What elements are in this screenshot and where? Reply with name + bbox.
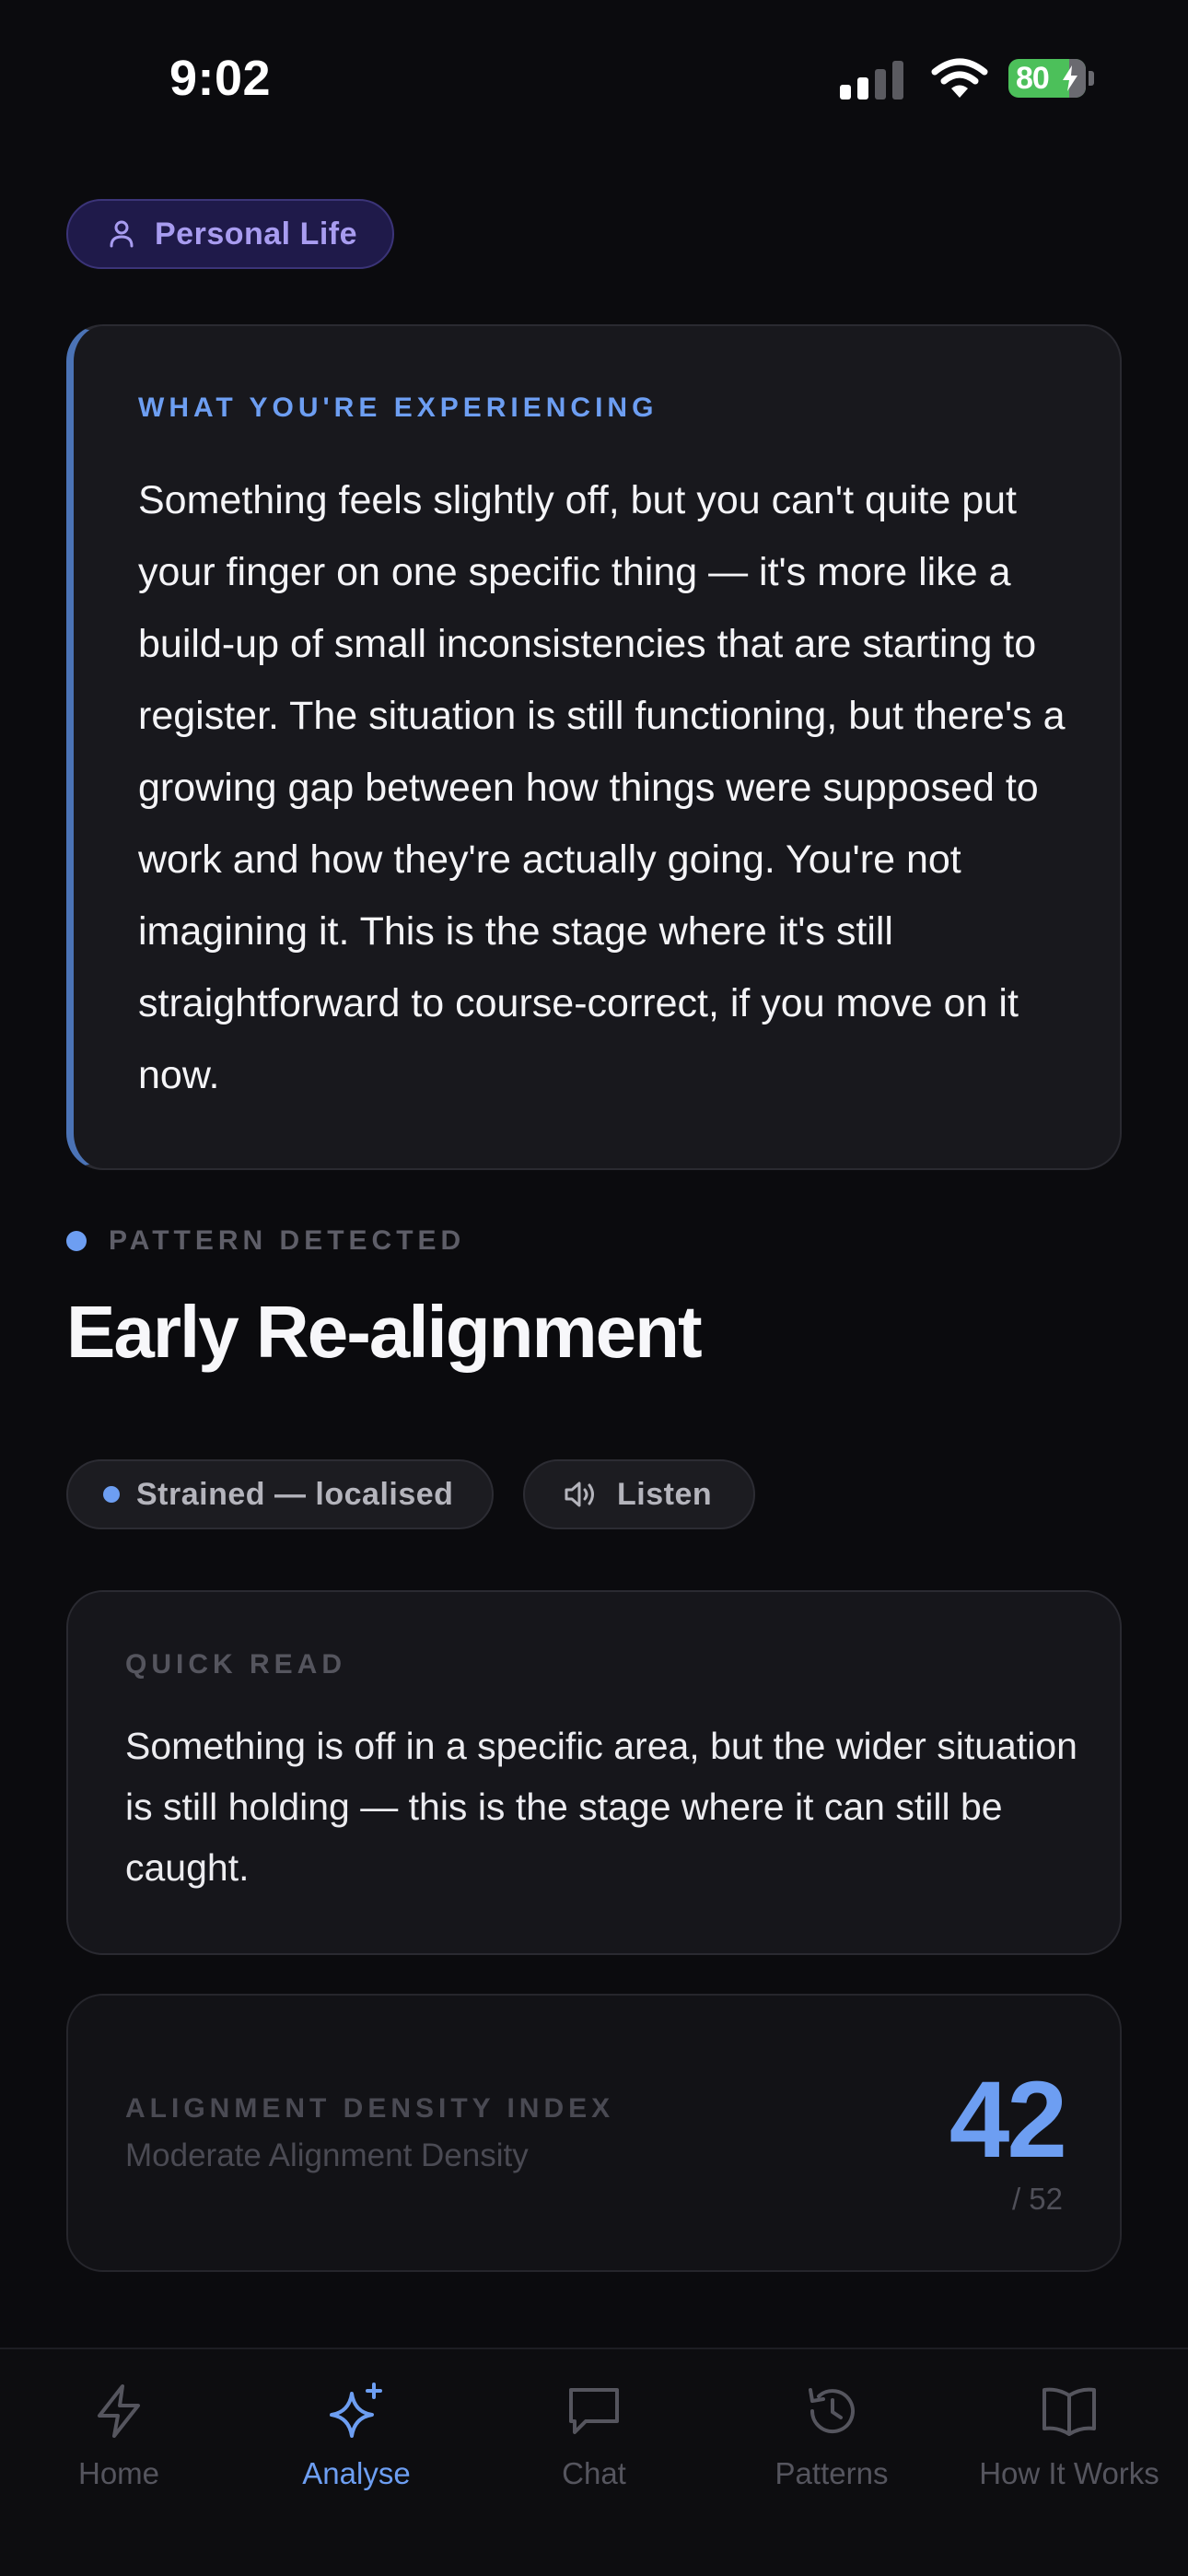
status-dot-icon bbox=[103, 1486, 120, 1503]
person-icon bbox=[110, 220, 134, 248]
tab-how-it-works[interactable]: How It Works bbox=[950, 2381, 1188, 2491]
quick-read-card: QUICK READ Something is off in a specifi… bbox=[66, 1590, 1122, 1955]
sparkle-icon bbox=[330, 2383, 382, 2438]
density-max: / 52 bbox=[1011, 2182, 1063, 2216]
pattern-label-row: PATTERN DETECTED bbox=[66, 1225, 465, 1257]
listen-button[interactable]: Listen bbox=[523, 1459, 755, 1529]
tab-how-it-works-label: How It Works bbox=[979, 2456, 1159, 2490]
pattern-label: PATTERN DETECTED bbox=[109, 1225, 466, 1256]
tab-bar: Home Analyse Chat Patterns How It Works bbox=[0, 2348, 1188, 2576]
tab-patterns-label: Patterns bbox=[775, 2456, 889, 2490]
status-chip-label: Strained — localised bbox=[136, 1476, 454, 1512]
category-label: Personal Life bbox=[155, 216, 358, 252]
tab-analyse-label: Analyse bbox=[302, 2456, 411, 2490]
book-icon bbox=[1042, 2387, 1096, 2436]
wifi-icon bbox=[931, 58, 988, 98]
tab-home[interactable]: Home bbox=[0, 2381, 238, 2491]
alignment-density-card: ALIGNMENT DENSITY INDEX Moderate Alignme… bbox=[66, 1994, 1122, 2272]
battery-level: 80 bbox=[1016, 60, 1050, 96]
tab-chat[interactable]: Chat bbox=[475, 2381, 713, 2491]
cellular-signal-icon bbox=[840, 57, 903, 100]
tab-analyse[interactable]: Analyse bbox=[238, 2381, 475, 2491]
density-subtitle: Moderate Alignment Density bbox=[125, 2137, 529, 2173]
chat-bubble-icon bbox=[569, 2388, 619, 2434]
density-heading: ALIGNMENT DENSITY INDEX bbox=[125, 2093, 615, 2124]
battery-icon: 80 bbox=[1008, 59, 1094, 98]
density-score: 42 bbox=[949, 2059, 1067, 2181]
bolt-icon bbox=[98, 2384, 140, 2438]
status-time: 9:02 bbox=[169, 51, 272, 106]
quick-read-body: Something is off in a specific area, but… bbox=[125, 1725, 1077, 1889]
history-icon bbox=[809, 2388, 855, 2434]
experience-card: WHAT YOU'RE EXPERIENCING Something feels… bbox=[66, 324, 1122, 1170]
tab-chat-label: Chat bbox=[562, 2456, 626, 2490]
pattern-title: Early Re-alignment bbox=[66, 1291, 703, 1373]
status-indicators: 80 bbox=[840, 57, 1094, 100]
listen-label: Listen bbox=[617, 1476, 713, 1512]
pattern-dot-icon bbox=[66, 1231, 87, 1251]
tab-patterns[interactable]: Patterns bbox=[713, 2381, 950, 2491]
experience-body: Something feels slightly off, but you ca… bbox=[138, 478, 1066, 1097]
quick-read-heading: QUICK READ bbox=[125, 1649, 347, 1680]
status-chip: Strained — localised bbox=[66, 1459, 494, 1529]
experience-heading: WHAT YOU'RE EXPERIENCING bbox=[138, 392, 658, 423]
screen: 9:02 80 Personal Life WHAT YOU'RE EXPERI… bbox=[0, 0, 1188, 2576]
category-pill[interactable]: Personal Life bbox=[66, 199, 394, 269]
speaker-icon bbox=[565, 1481, 594, 1507]
tab-home-label: Home bbox=[77, 2456, 160, 2490]
charging-bolt-icon bbox=[1063, 65, 1077, 91]
